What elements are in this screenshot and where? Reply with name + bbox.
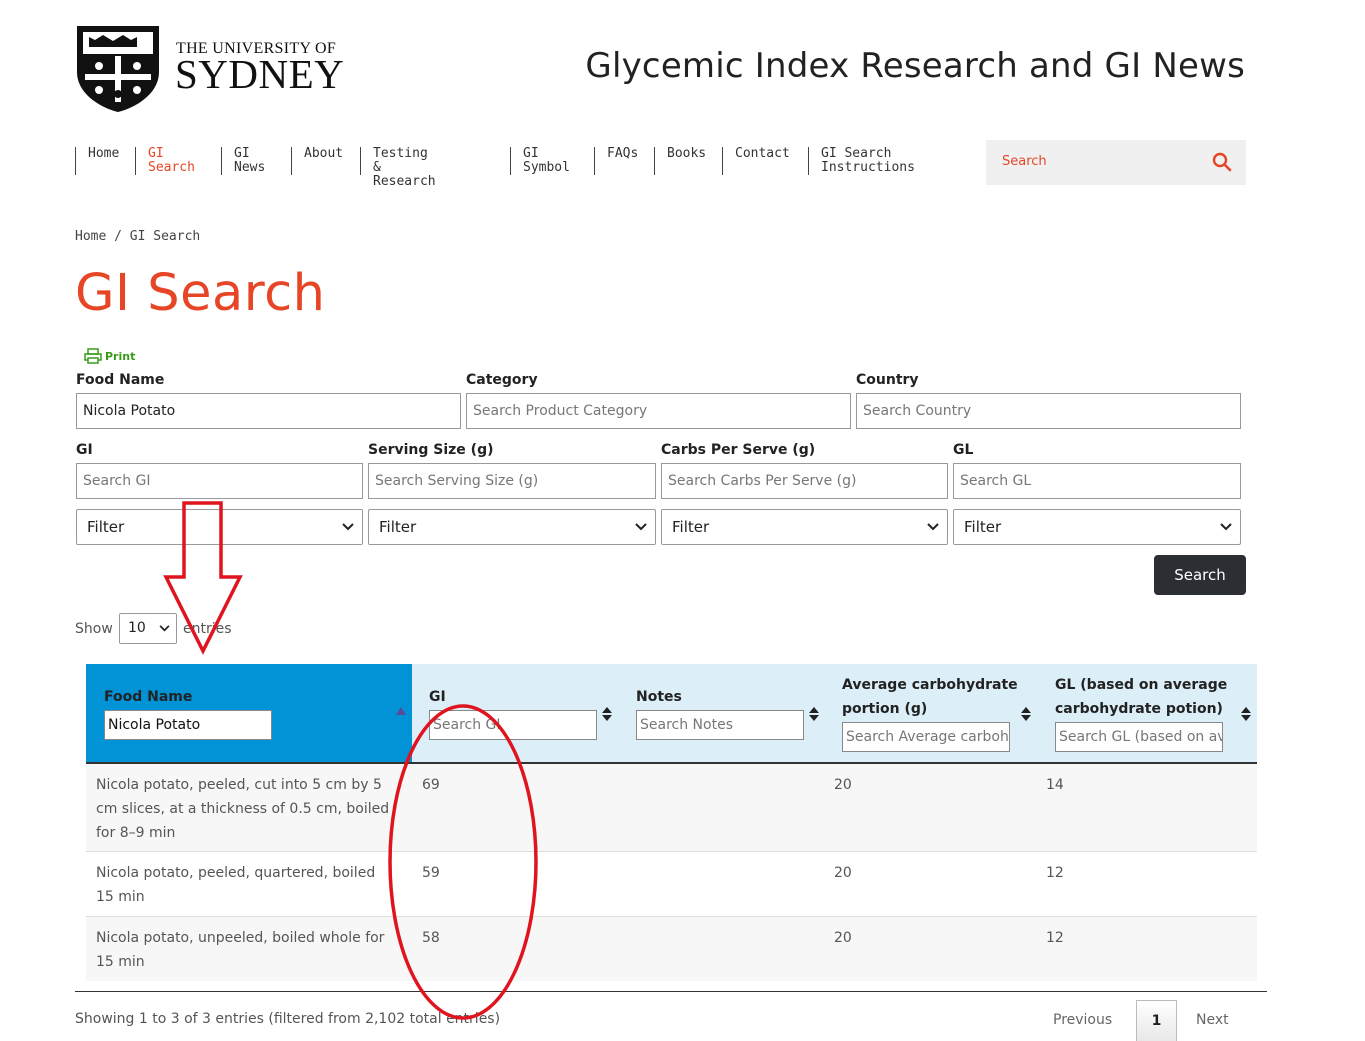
th-avg-carb-line2[interactable]: portion (g) bbox=[842, 697, 927, 721]
carbs-per-serve-input[interactable]: Search Carbs Per Serve (g) bbox=[661, 463, 948, 499]
pagination-next[interactable]: Next bbox=[1196, 1012, 1229, 1028]
gi-label: GI bbox=[76, 442, 93, 458]
food-name-column-search[interactable]: Nicola Potato bbox=[104, 710, 272, 740]
gi-column-search[interactable]: Search GI bbox=[429, 710, 597, 740]
site-title[interactable]: Glycemic Index Research and GI News bbox=[585, 46, 1245, 86]
results-table-header: Food Name Nicola Potato GI Search GI Not… bbox=[86, 664, 1257, 762]
category-input[interactable]: Search Product Category bbox=[466, 393, 851, 429]
cell-gi: 58 bbox=[422, 930, 440, 946]
breadcrumb[interactable]: Home / GI Search bbox=[75, 229, 200, 244]
table-row: Nicola potato, peeled, quartered, boiled… bbox=[86, 851, 1257, 916]
th-avg-carb-line1[interactable]: Average carbohydrate bbox=[842, 673, 1018, 697]
site-search-placeholder: Search bbox=[1002, 154, 1047, 169]
print-label: Print bbox=[105, 349, 136, 363]
university-logo[interactable]: THE UNIVERSITY OF SYDNEY bbox=[75, 24, 345, 116]
chevron-down-icon bbox=[159, 625, 170, 632]
page-title: GI Search bbox=[75, 264, 326, 323]
food-name-label: Food Name bbox=[76, 372, 165, 388]
th-food-name-label: Food Name bbox=[104, 689, 193, 705]
chevron-down-icon bbox=[635, 523, 647, 531]
serving-size-input[interactable]: Search Serving Size (g) bbox=[368, 463, 656, 499]
sort-icon[interactable] bbox=[602, 707, 612, 721]
entries-label: entries bbox=[183, 621, 232, 637]
notes-column-search[interactable]: Search Notes bbox=[636, 710, 804, 740]
th-gl-line2[interactable]: carbohydrate potion) bbox=[1055, 697, 1223, 721]
avg-carb-column-search[interactable]: Search Average carbohydrate portion (g) bbox=[842, 722, 1010, 752]
gi-input[interactable]: Search GI bbox=[76, 463, 363, 499]
cell-food-name: Nicola potato, peeled, quartered, boiled… bbox=[96, 865, 376, 905]
serving-size-label: Serving Size (g) bbox=[368, 442, 494, 458]
chevron-down-icon bbox=[927, 523, 939, 531]
pagination-page-1[interactable]: 1 bbox=[1136, 1000, 1177, 1041]
gl-filter-select[interactable]: Filter bbox=[953, 509, 1241, 545]
site-search-box[interactable]: Search bbox=[986, 140, 1246, 185]
table-info: Showing 1 to 3 of 3 entries (filtered fr… bbox=[75, 1011, 501, 1027]
table-bottom-border bbox=[75, 991, 1267, 992]
gl-column-search[interactable]: Search GL (based on average carbohydrate… bbox=[1055, 722, 1223, 752]
cell-food-name: Nicola potato, peeled, cut into 5 cm by … bbox=[96, 777, 390, 841]
nav-item-contact[interactable]: Contact bbox=[722, 147, 790, 175]
show-label: Show bbox=[75, 621, 113, 637]
category-label: Category bbox=[466, 372, 538, 388]
country-label: Country bbox=[856, 372, 919, 388]
table-row: Nicola potato, unpeeled, boiled whole fo… bbox=[86, 916, 1257, 981]
th-food-name[interactable]: Food Name Nicola Potato bbox=[86, 664, 412, 762]
printer-icon bbox=[84, 348, 102, 364]
nav-item-home[interactable]: Home bbox=[75, 147, 119, 175]
cell-gi: 59 bbox=[422, 865, 440, 881]
th-notes-label[interactable]: Notes bbox=[636, 685, 682, 709]
cell-gi: 69 bbox=[422, 777, 440, 793]
search-button[interactable]: Search bbox=[1154, 555, 1246, 595]
nav-item-books[interactable]: Books bbox=[654, 147, 706, 175]
entries-per-page-select[interactable]: 10 bbox=[119, 613, 177, 644]
cell-food-name: Nicola potato, unpeeled, boiled whole fo… bbox=[96, 930, 385, 970]
cell-avg-carb: 20 bbox=[834, 930, 852, 946]
gl-input[interactable]: Search GL bbox=[953, 463, 1241, 499]
cell-avg-carb: 20 bbox=[834, 865, 852, 881]
nav-item-faqs[interactable]: FAQs bbox=[594, 147, 638, 175]
crest-icon bbox=[77, 26, 159, 112]
sort-asc-icon[interactable] bbox=[396, 707, 406, 715]
nav-item-gi-news[interactable]: GI News bbox=[221, 147, 265, 175]
sort-icon[interactable] bbox=[1241, 707, 1251, 721]
sort-icon[interactable] bbox=[809, 707, 819, 721]
carbs-per-serve-label: Carbs Per Serve (g) bbox=[661, 442, 816, 458]
carbs-filter-select[interactable]: Filter bbox=[661, 509, 948, 545]
nav-item-gi-symbol[interactable]: GI Symbol bbox=[510, 147, 570, 175]
chevron-down-icon bbox=[342, 523, 354, 531]
pagination-previous[interactable]: Previous bbox=[1053, 1012, 1112, 1028]
print-button[interactable]: Print bbox=[84, 348, 135, 364]
th-gl-line1[interactable]: GL (based on average bbox=[1055, 673, 1227, 697]
food-name-input[interactable]: Nicola Potato bbox=[76, 393, 461, 429]
search-icon[interactable] bbox=[1212, 152, 1232, 172]
logo-line2: SYDNEY bbox=[175, 51, 345, 97]
cell-gl: 12 bbox=[1046, 865, 1064, 881]
cell-avg-carb: 20 bbox=[834, 777, 852, 793]
nav-item-about[interactable]: About bbox=[291, 147, 343, 175]
cell-gl: 14 bbox=[1046, 777, 1064, 793]
chevron-down-icon bbox=[1220, 523, 1232, 531]
cell-gl: 12 bbox=[1046, 930, 1064, 946]
th-gi-label[interactable]: GI bbox=[429, 685, 446, 709]
country-input[interactable]: Search Country bbox=[856, 393, 1241, 429]
gl-label: GL bbox=[953, 442, 974, 458]
serving-size-filter-select[interactable]: Filter bbox=[368, 509, 656, 545]
nav-item-testing-research[interactable]: Testing & Research bbox=[360, 147, 436, 189]
nav-item-gi-search-instructions[interactable]: GI Search Instructions bbox=[808, 147, 915, 175]
table-row: Nicola potato, peeled, cut into 5 cm by … bbox=[86, 762, 1257, 851]
nav-item-gi-search[interactable]: GI Search bbox=[135, 147, 195, 175]
gi-filter-select[interactable]: Filter bbox=[76, 509, 363, 545]
sort-icon[interactable] bbox=[1021, 707, 1031, 721]
